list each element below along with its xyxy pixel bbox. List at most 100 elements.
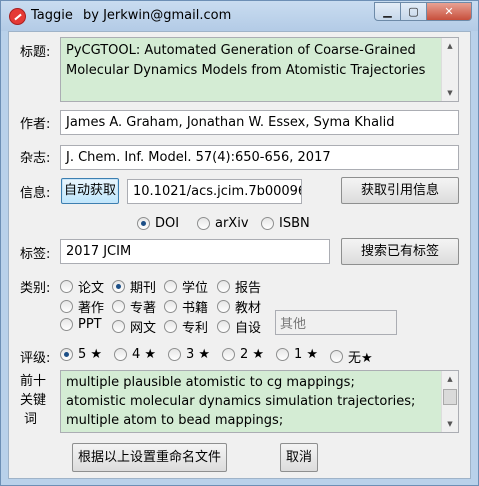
radio-label: 2 ★ (240, 347, 265, 362)
authors-label: 作者: (20, 117, 51, 132)
authors-input[interactable]: James A. Graham, Jonathan W. Essex, Syma… (60, 110, 459, 135)
doi-input[interactable]: 10.1021/acs.jcim.7b00096 (127, 179, 302, 204)
radio-rating-4[interactable]: 4 ★ (114, 347, 156, 362)
window-title: Taggie (31, 8, 73, 23)
radio-unchecked-icon (112, 300, 125, 313)
radio-label: 学位 (182, 281, 209, 296)
fetch-citation-button[interactable]: 获取引用信息 (341, 177, 459, 204)
radio-arxiv[interactable]: arXiv (197, 216, 249, 231)
scroll-up-icon[interactable]: ▲ (442, 371, 458, 387)
title-scrollbar[interactable]: ▲ ▼ (441, 38, 458, 101)
radio-rating-1[interactable]: 1 ★ (276, 347, 318, 362)
radio-unchecked-icon (276, 348, 289, 361)
radio-category-works[interactable]: 著作 (60, 297, 104, 316)
radio-unchecked-icon (114, 348, 127, 361)
radio-label: 专利 (182, 321, 209, 336)
scroll-up-icon[interactable]: ▲ (442, 38, 458, 54)
journal-label: 杂志: (20, 151, 51, 166)
radio-category-book[interactable]: 书籍 (164, 297, 208, 316)
rename-file-button[interactable]: 根据以上设置重命名文件 (72, 443, 227, 472)
keywords-textarea[interactable]: multiple plausible atomistic to cg mappi… (60, 370, 459, 433)
radio-checked-icon (137, 217, 150, 230)
radio-label: 1 ★ (294, 347, 319, 362)
journal-input[interactable]: J. Chem. Inf. Model. 57(4):650-656, 2017 (60, 145, 459, 170)
radio-rating-5[interactable]: 5 ★ (60, 347, 102, 362)
radio-unchecked-icon (330, 350, 343, 363)
radio-unchecked-icon (217, 300, 230, 313)
radio-label: 网文 (130, 321, 157, 336)
radio-isbn-label: ISBN (279, 216, 310, 231)
auto-fetch-button[interactable]: 自动获取 (61, 178, 119, 204)
radio-category-report[interactable]: 报告 (217, 277, 261, 296)
radio-unchecked-icon (261, 217, 274, 230)
radio-category-web[interactable]: 网文 (112, 317, 156, 336)
radio-unchecked-icon (217, 280, 230, 293)
title-label: 标题: (20, 45, 51, 60)
app-logo-icon (9, 8, 26, 25)
radio-category-degree[interactable]: 学位 (164, 277, 208, 296)
title-textarea[interactable]: PyCGTOOL: Automated Generation of Coarse… (60, 37, 459, 102)
keyword-line: multiple plausible atomistic to cg mappi… (66, 375, 355, 390)
radio-category-patent[interactable]: 专利 (164, 317, 208, 336)
radio-unchecked-icon (168, 348, 181, 361)
radio-unchecked-icon (60, 318, 73, 331)
radio-label: 4 ★ (132, 347, 157, 362)
keyword-line: multiple atom to bead mappings; (66, 413, 284, 428)
radio-category-journal[interactable]: 期刊 (112, 277, 156, 296)
window-controls: ▁ ▢ ✕ (374, 2, 472, 21)
keywords-label-line-2: 关键 (20, 393, 47, 408)
rating-label: 评级: (20, 351, 51, 366)
other-category-input[interactable]: 其他 (275, 310, 397, 335)
scrollbar-thumb[interactable] (443, 389, 457, 405)
radio-category-ppt[interactable]: PPT (60, 317, 102, 332)
keywords-label: 前十 关键 词 (20, 372, 46, 429)
minimize-button[interactable]: ▁ (374, 2, 401, 21)
close-button[interactable]: ✕ (427, 2, 472, 21)
radio-rating-2[interactable]: 2 ★ (222, 347, 264, 362)
radio-unchecked-icon (164, 280, 177, 293)
radio-doi-label: DOI (155, 216, 180, 231)
search-tags-button[interactable]: 搜索已有标签 (341, 238, 459, 265)
radio-label: 5 ★ (78, 347, 103, 362)
radio-unchecked-icon (112, 320, 125, 333)
radio-label: 教材 (235, 301, 262, 316)
radio-category-textbook[interactable]: 教材 (217, 297, 261, 316)
scroll-down-icon[interactable]: ▼ (442, 416, 458, 432)
radio-unchecked-icon (60, 280, 73, 293)
title-line-2: Molecular Dynamics Models from Atomistic… (66, 63, 426, 78)
tags-label: 标签: (20, 247, 51, 262)
radio-category-custom[interactable]: 自设 (217, 317, 261, 336)
maximize-button[interactable]: ▢ (401, 2, 427, 21)
title-line-1: PyCGTOOL: Automated Generation of Coarse… (66, 43, 416, 58)
radio-checked-icon (112, 280, 125, 293)
radio-isbn[interactable]: ISBN (261, 216, 310, 231)
radio-label: 报告 (235, 281, 262, 296)
window-author: by Jerkwin@gmail.com (83, 8, 232, 23)
radio-label: 书籍 (182, 301, 209, 316)
title-bar[interactable]: Taggie by Jerkwin@gmail.com ▁ ▢ ✕ (1, 1, 478, 31)
radio-category-thesis[interactable]: 论文 (60, 277, 104, 296)
radio-doi[interactable]: DOI (137, 216, 179, 231)
cancel-button[interactable]: 取消 (280, 443, 318, 472)
radio-label: 无★ (348, 351, 373, 366)
radio-label: 期刊 (130, 281, 157, 296)
radio-rating-none[interactable]: 无★ (330, 347, 373, 366)
keywords-scrollbar[interactable]: ▲ ▼ (441, 371, 458, 432)
radio-unchecked-icon (222, 348, 235, 361)
radio-rating-3[interactable]: 3 ★ (168, 347, 210, 362)
radio-unchecked-icon (164, 320, 177, 333)
tags-input[interactable]: 2017 JCIM (60, 239, 330, 264)
radio-arxiv-label: arXiv (215, 216, 249, 231)
scroll-down-icon[interactable]: ▼ (442, 85, 458, 101)
radio-label: 3 ★ (186, 347, 211, 362)
keyword-line: atomistic molecular dynamics simulation … (66, 394, 416, 409)
radio-unchecked-icon (164, 300, 177, 313)
radio-unchecked-icon (60, 300, 73, 313)
category-label: 类别: (20, 281, 51, 296)
radio-checked-icon (60, 348, 73, 361)
radio-unchecked-icon (217, 320, 230, 333)
keywords-label-line-3: 词 (24, 412, 38, 427)
radio-category-monograph[interactable]: 专著 (112, 297, 156, 316)
info-label: 信息: (20, 186, 51, 201)
radio-label: 论文 (78, 281, 105, 296)
